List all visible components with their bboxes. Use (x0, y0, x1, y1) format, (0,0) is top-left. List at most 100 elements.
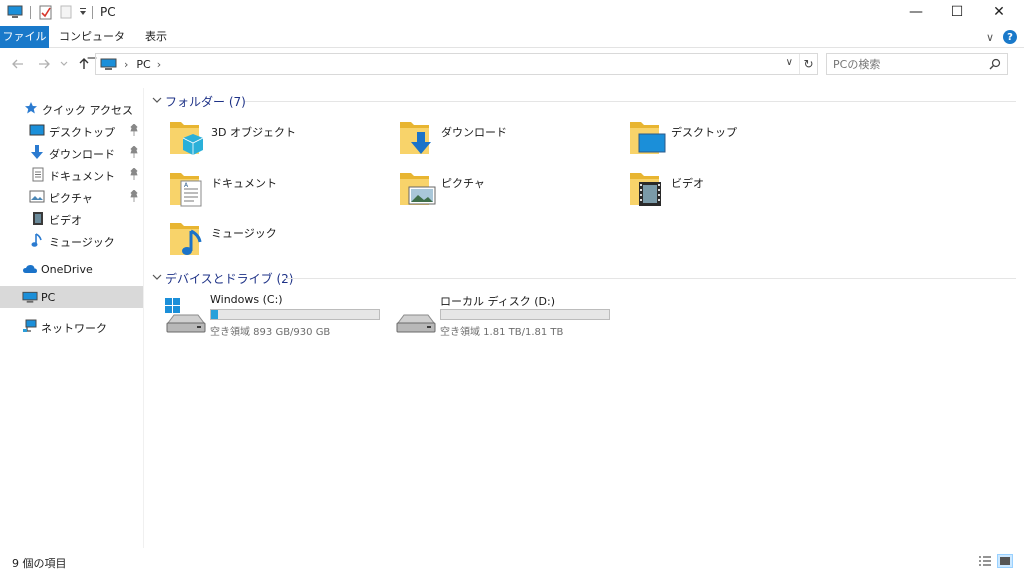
chevron-down-icon (60, 61, 68, 66)
group-divider (245, 101, 1016, 102)
recent-locations-button[interactable] (58, 55, 70, 73)
drive-free-space: 空き領域 893 GB/930 GB (210, 327, 331, 338)
folder-pictures[interactable]: ピクチャ (397, 169, 617, 215)
back-button[interactable] (10, 55, 26, 73)
breadcrumb-chevron-end[interactable]: › (157, 58, 161, 71)
folder-videos[interactable]: ビデオ (627, 169, 847, 215)
large-icons-view-icon (1000, 557, 1010, 565)
tile-label: ダウンロード (441, 126, 507, 139)
sidebar-item-label: ミュージック (49, 236, 115, 249)
sidebar-item-label: ドキュメント (49, 170, 115, 183)
pin-icon[interactable] (129, 146, 139, 158)
tab-view[interactable]: 表示 (136, 26, 176, 48)
address-bar[interactable]: › PC › ∨ (95, 53, 818, 75)
download-icon (29, 144, 45, 160)
forward-button[interactable] (36, 55, 52, 73)
folder-downloads[interactable]: ダウンロード (397, 118, 617, 164)
drive-c[interactable]: Windows (C:) 空き領域 893 GB/930 GB (164, 293, 394, 339)
music-icon (29, 232, 45, 248)
tile-label: ドキュメント (211, 177, 277, 190)
navigation-bar: › PC › ∨ ↻ (0, 52, 1024, 76)
tab-computer[interactable]: コンピューター (56, 26, 128, 65)
drive-free-space: 空き領域 1.81 TB/1.81 TB (440, 327, 564, 338)
drive-d[interactable]: ローカル ディスク (D:) 空き領域 1.81 TB/1.81 TB (394, 293, 624, 339)
documents-folder-icon: A (170, 173, 202, 207)
help-icon: ? (1003, 30, 1017, 44)
maximize-button[interactable]: ☐ (934, 0, 980, 24)
search-input[interactable] (833, 57, 983, 72)
tab-file[interactable]: ファイル (0, 26, 49, 48)
up-button[interactable] (76, 55, 92, 73)
sidebar-item-label: ダウンロード (49, 148, 115, 161)
folder-music[interactable]: ミュージック (167, 219, 387, 265)
group-divider (285, 278, 1016, 279)
folder-desktop[interactable]: デスクトップ (627, 118, 847, 164)
sidebar-item-pc[interactable]: PC (0, 286, 143, 308)
pin-icon[interactable] (129, 168, 139, 180)
pin-icon[interactable] (129, 190, 139, 202)
sidebar-item-label: ピクチャ (49, 192, 93, 205)
chevron-down-icon (152, 274, 162, 280)
close-button[interactable]: ✕ (976, 0, 1022, 24)
title-bar: PC — ☐ ✕ (0, 0, 1024, 24)
3d-objects-folder-icon (170, 122, 204, 155)
videos-folder-icon (630, 173, 661, 206)
pin-icon[interactable] (129, 124, 139, 136)
music-folder-icon (170, 223, 202, 255)
drive-usage-fill (211, 310, 218, 319)
properties-icon[interactable] (38, 4, 54, 20)
star-icon (23, 100, 39, 116)
window-title: PC (100, 5, 116, 19)
sidebar-item-documents[interactable]: ドキュメント (0, 163, 143, 185)
tile-label: デスクトップ (671, 126, 737, 139)
sidebar-item-music[interactable]: ミュージック (0, 229, 143, 251)
refresh-button[interactable]: ↻ (799, 54, 817, 74)
tile-label: ビデオ (671, 177, 704, 190)
minimize-button[interactable]: — (893, 0, 939, 24)
help-button[interactable]: ? (1002, 29, 1018, 45)
windows-drive-icon (165, 298, 206, 333)
video-icon (30, 210, 46, 226)
folder-documents[interactable]: A ドキュメント (167, 169, 387, 215)
pictures-icon (29, 188, 45, 204)
sidebar-item-videos[interactable]: ビデオ (0, 207, 143, 229)
new-folder-icon[interactable] (58, 4, 74, 20)
large-icons-view-button[interactable] (997, 554, 1013, 568)
group-title: フォルダー (7) (165, 95, 246, 109)
pictures-folder-icon (400, 173, 436, 205)
sidebar-item-label: OneDrive (41, 263, 93, 276)
sidebar-item-quick-access[interactable]: クイック アクセス (0, 97, 143, 119)
group-header-drives[interactable]: デバイスとドライブ (2) (151, 268, 1016, 288)
tile-label: ピクチャ (441, 177, 485, 190)
drive-usage-bar (440, 309, 610, 320)
search-icon[interactable] (989, 58, 1001, 70)
drive-label: ローカル ディスク (D:) (440, 295, 555, 308)
item-count: 9 個の項目 (12, 557, 67, 570)
sidebar-item-onedrive[interactable]: OneDrive (0, 258, 143, 280)
breadcrumb-chevron[interactable]: › (124, 58, 128, 71)
ribbon-collapse-button[interactable]: ∨ (982, 29, 998, 45)
desktop-folder-icon (630, 122, 666, 154)
breadcrumb-pc[interactable]: PC (136, 58, 150, 71)
search-box[interactable] (826, 53, 1008, 75)
network-icon (22, 318, 38, 334)
customize-toolbar-icon[interactable] (75, 4, 91, 20)
group-header-folders[interactable]: フォルダー (7) (151, 91, 1016, 111)
computer-icon (22, 289, 38, 305)
sidebar-item-label: ビデオ (49, 214, 82, 227)
sidebar-item-pictures[interactable]: ピクチャ (0, 185, 143, 207)
folder-3d-objects[interactable]: 3D オブジェクト (167, 118, 387, 164)
sidebar-item-label: ネットワーク (41, 322, 107, 335)
sidebar-item-network[interactable]: ネットワーク (0, 315, 143, 337)
downloads-folder-icon (400, 122, 431, 154)
status-bar: 9 個の項目 (0, 550, 1024, 572)
computer-icon (100, 57, 118, 71)
address-dropdown-button[interactable]: ∨ (786, 57, 793, 68)
sidebar-item-label: クイック アクセス (42, 104, 133, 117)
drive-label: Windows (C:) (210, 293, 283, 306)
details-view-button[interactable] (977, 554, 993, 568)
cloud-icon (22, 261, 38, 277)
sidebar-item-desktop[interactable]: デスクトップ (0, 119, 143, 141)
sidebar-item-downloads[interactable]: ダウンロード (0, 141, 143, 163)
computer-icon[interactable] (7, 4, 23, 20)
